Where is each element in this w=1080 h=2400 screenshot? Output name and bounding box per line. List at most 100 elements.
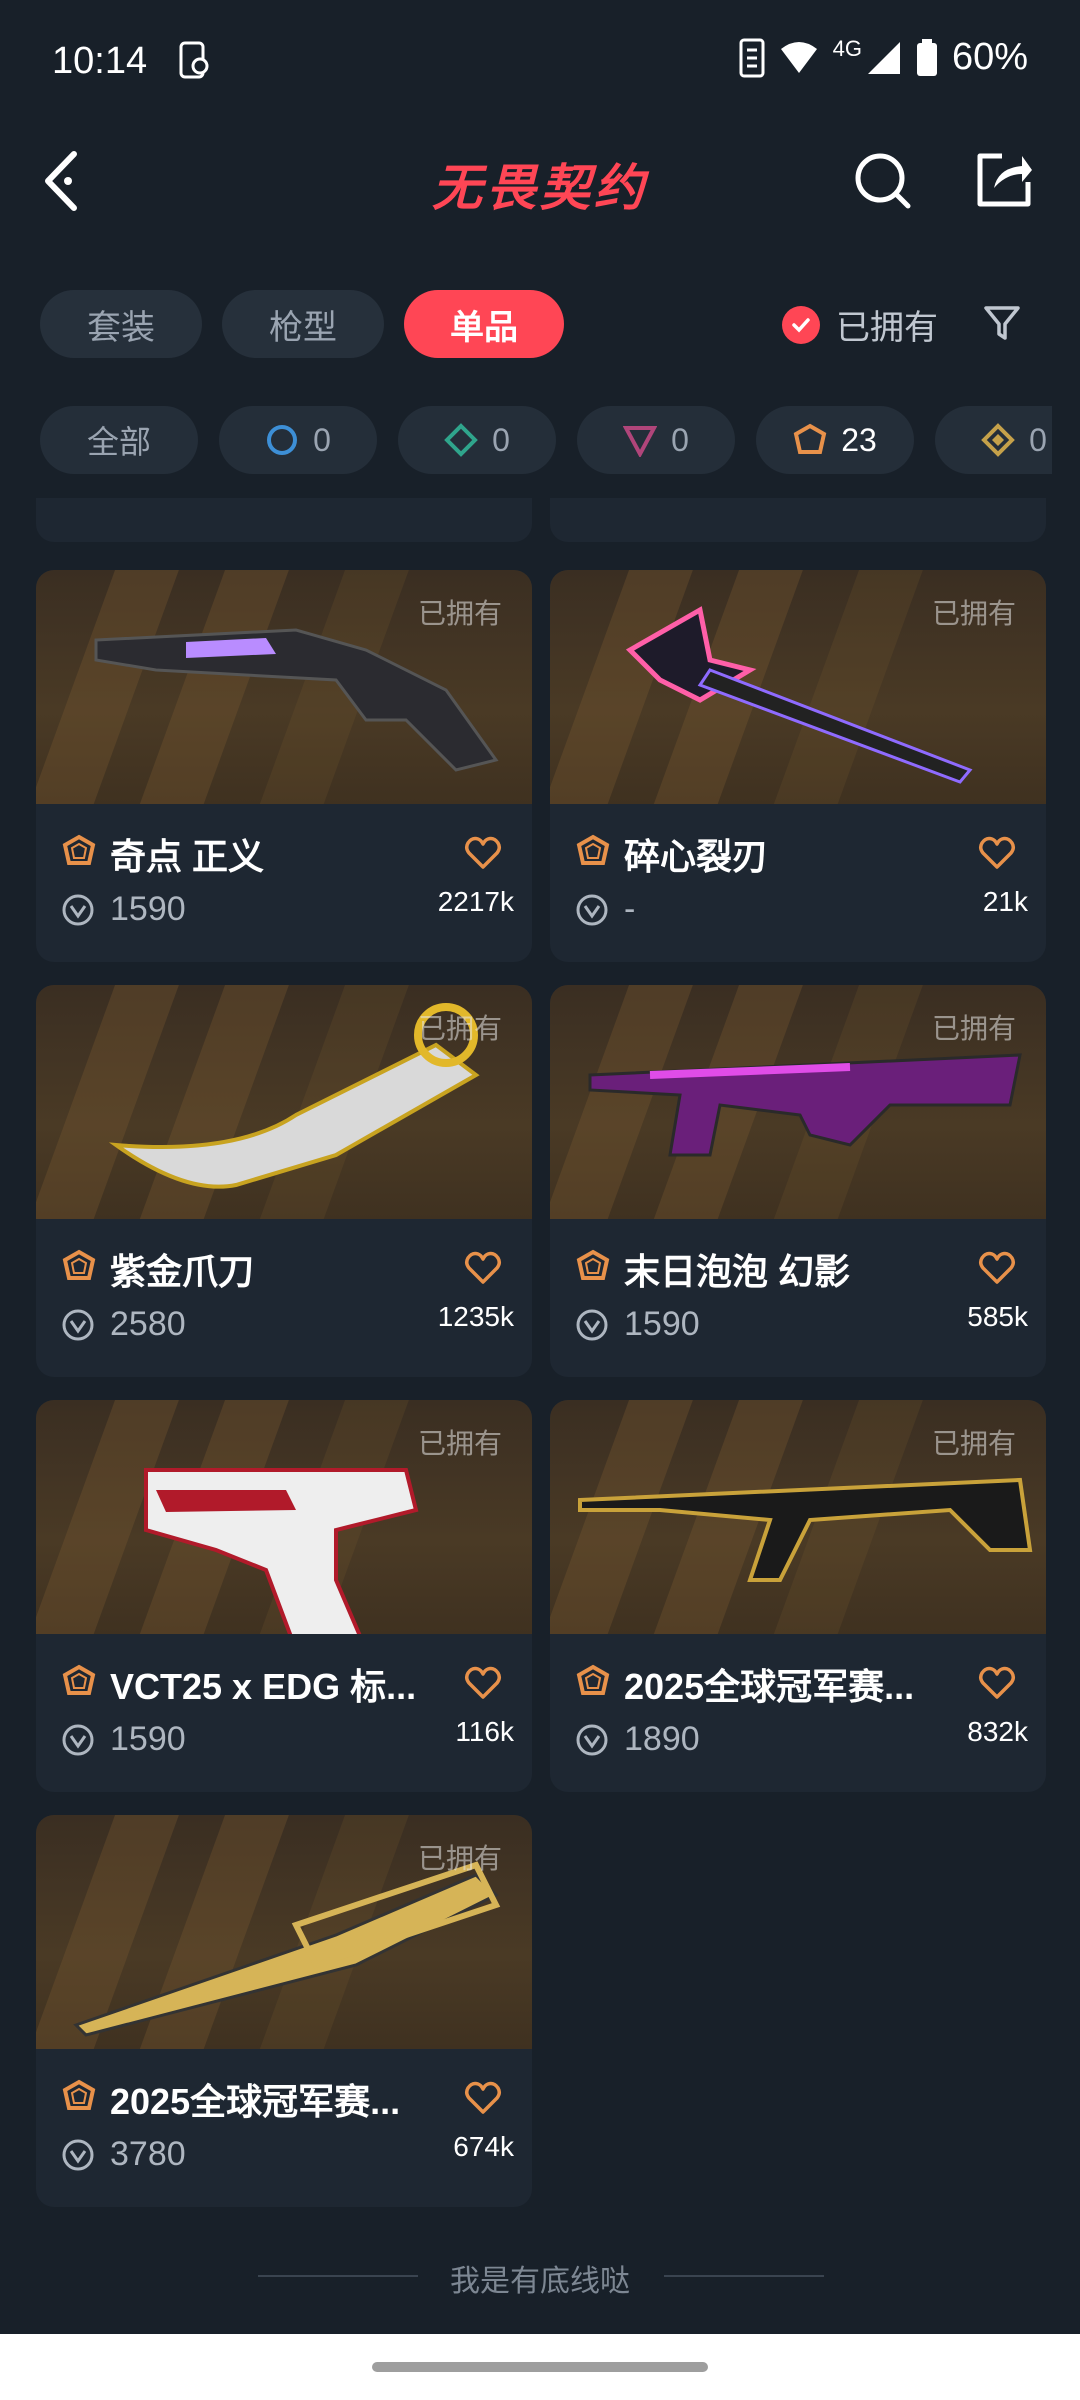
nfc-icon [739, 38, 765, 77]
tab-sets[interactable]: 套装 [40, 290, 202, 358]
item-price: 1590 [110, 1720, 186, 1758]
item-image: 已拥有 [36, 1400, 532, 1634]
tier-premium-icon [623, 426, 658, 457]
valorant-points-icon [62, 894, 94, 926]
wifi-icon [780, 41, 817, 73]
chip-tier-premium[interactable]: 0 [577, 406, 735, 474]
filter-icon[interactable] [982, 302, 1022, 342]
search-icon[interactable] [852, 148, 916, 212]
favorite-icon[interactable] [464, 1664, 502, 1702]
item-name: 2025全球冠军赛... [624, 1666, 915, 1707]
tab-weapon-types[interactable]: 枪型 [222, 290, 384, 358]
item-name: 奇点 正义 [110, 836, 265, 877]
battery-level: 60% [951, 36, 1028, 78]
item-card[interactable]: 已拥有紫金爪刀 2580 1235k [36, 985, 532, 1377]
item-price: 2580 [110, 1305, 186, 1343]
scrolled-card-right [550, 498, 1046, 542]
favorite-icon[interactable] [978, 834, 1016, 872]
tier-exclusive-icon [576, 1249, 610, 1280]
tier-exclusive-icon [62, 2079, 96, 2110]
item-name: VCT25 x EDG 标... [110, 1666, 417, 1707]
chip-tier-select[interactable]: 0 [219, 406, 377, 474]
item-card[interactable]: 已拥有 2025全球冠军赛... 1890 832k [550, 1400, 1046, 1792]
check-icon [782, 305, 820, 344]
owned-tag: 已拥有 [931, 598, 1016, 629]
tier-exclusive-icon [576, 834, 610, 865]
chip-count: 0 [1029, 421, 1047, 458]
owned-filter-label: 已拥有 [836, 309, 938, 347]
chip-count: 23 [841, 421, 877, 458]
favorite-count: 832k [967, 1716, 1028, 1747]
item-card[interactable]: 已拥有 2025全球冠军赛... 3780 674k [36, 1815, 532, 2207]
scrolled-card-left [36, 498, 532, 542]
favorite-count: 585k [967, 1301, 1028, 1332]
tier-exclusive-icon [576, 1664, 610, 1695]
network-label: 4G [832, 35, 862, 61]
signal-icon [867, 41, 900, 74]
chip-tier-ultra[interactable]: 0 [935, 406, 1052, 474]
chip-all-label: 全部 [86, 424, 151, 460]
item-image: 已拥有 [36, 570, 532, 804]
owned-tag: 已拥有 [931, 1013, 1016, 1044]
favorite-icon[interactable] [464, 2079, 502, 2117]
battery-icon [916, 38, 937, 76]
owned-tag: 已拥有 [931, 1428, 1016, 1459]
tier-exclusive-icon [62, 834, 96, 865]
item-image: 已拥有 [36, 985, 532, 1219]
valorant-points-icon [576, 894, 608, 926]
chip-tier-deluxe[interactable]: 0 [398, 406, 556, 474]
item-card[interactable]: 已拥有末日泡泡 幻影 1590 585k [550, 985, 1046, 1377]
favorite-count: 2217k [437, 886, 514, 917]
tier-exclusive-icon [62, 1249, 96, 1280]
tier-deluxe-icon [444, 423, 478, 457]
favorite-icon[interactable] [464, 1249, 502, 1287]
tier-exclusive-icon [62, 1664, 96, 1695]
tier-filter-bar: 全部 0 0 0 23 0 [40, 406, 1052, 474]
chip-count: 0 [492, 421, 510, 458]
status-bar: 10:14 4G 60% [0, 0, 1080, 120]
favorite-count: 1235k [437, 1301, 514, 1332]
tier-select-icon [267, 425, 298, 455]
footer-divider-right [664, 2275, 824, 2277]
owned-tag: 已拥有 [417, 1428, 502, 1459]
item-name: 紫金爪刀 [110, 1251, 255, 1292]
chip-count: 0 [671, 421, 689, 458]
item-image: 已拥有 [36, 1815, 532, 2049]
item-price: - [624, 890, 636, 928]
owned-tag: 已拥有 [417, 1843, 502, 1874]
owned-tag: 已拥有 [417, 1013, 502, 1044]
home-indicator[interactable] [372, 2362, 708, 2372]
item-card[interactable]: 已拥有 VCT25 x EDG 标... 1590 116k [36, 1400, 532, 1792]
item-name: 2025全球冠军赛... [110, 2081, 401, 2122]
favorite-icon[interactable] [978, 1249, 1016, 1287]
item-card[interactable]: 已拥有碎心裂刃 - 21k [550, 570, 1046, 962]
item-name: 末日泡泡 幻影 [624, 1251, 851, 1292]
owned-filter-toggle[interactable]: 已拥有 [782, 300, 938, 349]
item-name: 碎心裂刃 [624, 836, 769, 877]
chip-all[interactable]: 全部 [40, 406, 198, 474]
valorant-points-icon [62, 2139, 94, 2171]
tab-single-items[interactable]: 单品 [404, 290, 564, 358]
item-price: 3780 [110, 2135, 186, 2173]
item-image: 已拥有 [550, 570, 1046, 804]
page-title: 无畏契约 [432, 160, 648, 216]
item-price: 1590 [624, 1305, 700, 1343]
favorite-count: 116k [455, 1716, 514, 1747]
favorite-icon[interactable] [464, 834, 502, 872]
item-price: 1890 [624, 1720, 700, 1758]
chip-count: 0 [313, 421, 331, 458]
share-icon[interactable] [972, 148, 1036, 212]
item-card[interactable]: 已拥有奇点 正义 1590 2217k [36, 570, 532, 962]
status-icons: 4G 60% [739, 36, 1028, 79]
item-image: 已拥有 [550, 985, 1046, 1219]
valorant-points-icon [62, 1309, 94, 1341]
valorant-points-icon [576, 1309, 608, 1341]
favorite-count: 21k [982, 886, 1028, 917]
owned-tag: 已拥有 [417, 598, 502, 629]
chip-tier-exclusive[interactable]: 23 [756, 406, 914, 474]
end-of-list-text: 我是有底线哒 [450, 2265, 630, 2298]
favorite-icon[interactable] [978, 1664, 1016, 1702]
item-price: 1590 [110, 890, 186, 928]
item-image: 已拥有 [550, 1400, 1046, 1634]
valorant-points-icon [62, 1724, 94, 1756]
